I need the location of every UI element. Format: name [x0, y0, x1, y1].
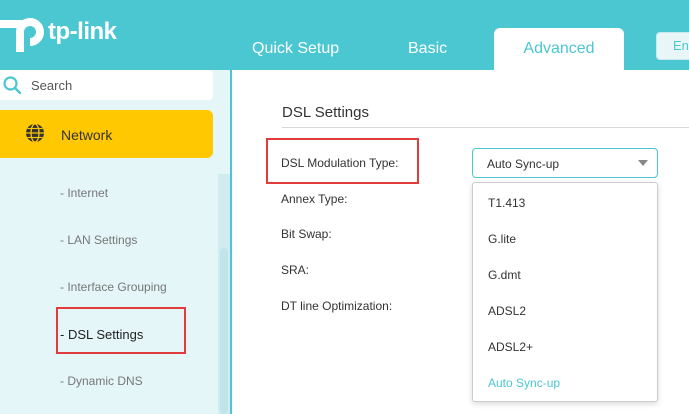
search-placeholder: Search — [31, 78, 73, 93]
option-t1-413[interactable]: T1.413 — [488, 196, 525, 210]
tab-quick-setup[interactable]: Quick Setup — [252, 38, 339, 70]
search-input[interactable]: Search — [0, 70, 213, 100]
option-adsl2-plus[interactable]: ADSL2+ — [488, 340, 533, 354]
sidebar-item-interface-grouping[interactable]: - Interface Grouping — [60, 280, 167, 294]
modulation-type-select[interactable]: Auto Sync-up — [472, 148, 658, 178]
logo-text: tp-link — [48, 18, 117, 45]
option-g-lite[interactable]: G.lite — [488, 232, 516, 246]
option-adsl2[interactable]: ADSL2 — [488, 304, 526, 318]
sidebar-item-lan-settings[interactable]: - LAN Settings — [60, 233, 137, 247]
dsl-settings-highlight-box — [56, 307, 186, 354]
sidebar-scrollbar-thumb[interactable] — [220, 248, 228, 414]
tp-link-logo[interactable]: tp-link — [0, 6, 140, 56]
page-title: DSL Settings — [282, 104, 369, 121]
sidebar-item-internet[interactable]: - Internet — [60, 186, 108, 200]
sidebar-item-network-label: Network — [61, 127, 113, 143]
tp-link-logo-icon — [0, 18, 44, 52]
modulation-type-highlight-box — [266, 138, 419, 184]
bit-swap-label: Bit Swap: — [281, 227, 332, 241]
option-auto-sync-up[interactable]: Auto Sync-up — [488, 376, 560, 390]
tab-advanced[interactable]: Advanced — [494, 28, 624, 70]
modulation-type-dropdown: T1.413 G.lite G.dmt ADSL2 ADSL2+ Auto Sy… — [472, 182, 658, 402]
search-icon — [3, 76, 21, 94]
dt-line-optimization-label: DT line Optimization: — [281, 299, 393, 313]
globe-icon — [26, 123, 44, 143]
header-bar: tp-link Quick Setup Basic Advanced En — [0, 0, 689, 70]
annex-type-label: Annex Type: — [281, 192, 348, 206]
section-divider — [282, 127, 689, 128]
tab-basic[interactable]: Basic — [408, 38, 447, 70]
language-button[interactable]: En — [656, 32, 689, 60]
sra-label: SRA: — [281, 263, 310, 277]
main-panel: DSL Settings DSL Modulation Type: Annex … — [232, 70, 689, 414]
option-g-dmt[interactable]: G.dmt — [488, 268, 521, 282]
sidebar-item-dynamic-dns[interactable]: - Dynamic DNS — [60, 374, 143, 388]
sidebar: Search Network - Internet - LAN Settings… — [0, 70, 230, 414]
chevron-down-icon[interactable] — [638, 160, 648, 166]
sidebar-item-network[interactable]: Network — [0, 110, 213, 158]
modulation-type-selected-value: Auto Sync-up — [487, 157, 560, 171]
